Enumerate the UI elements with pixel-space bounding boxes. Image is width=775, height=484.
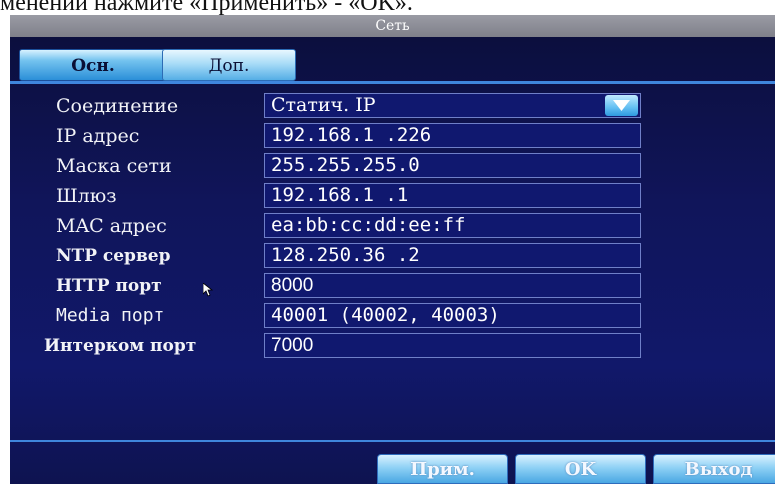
footer-divider [10,440,775,442]
row-mask: Маска сети 255.255.255.0 [10,151,775,181]
window-title: Сеть [10,15,775,37]
connection-value: Статич. IP [271,94,376,116]
ok-button[interactable]: OK [515,454,646,484]
tab-advanced[interactable]: Доп. [162,49,296,81]
row-ntp: NTP сервер 128.250.36 .2 [10,241,775,271]
network-settings-window: Сеть Осн. Доп. Соединение Статич. IP IP … [10,15,775,484]
gateway-field[interactable]: 192.168.1 .1 [264,183,641,208]
tab-basic[interactable]: Осн. [19,49,167,81]
gateway-label: Шлюз [56,185,117,207]
tab-divider [10,81,775,84]
ntp-label: NTP сервер [56,246,171,266]
intercom-label: Интерком порт [44,336,197,356]
connection-select[interactable]: Статич. IP [264,93,641,118]
row-connection: Соединение Статич. IP [10,91,775,121]
mouse-pointer-icon [202,282,214,301]
row-intercom: Интерком порт 7000 [10,331,775,361]
row-mac: MAC адрес ea:bb:cc:dd:ee:ff [10,211,775,241]
intercom-field[interactable]: 7000 [264,333,641,358]
apply-button[interactable]: Прим. [377,454,508,484]
row-gateway: Шлюз 192.168.1 .1 [10,181,775,211]
caption-text: менений нажмите «Применить» - «OK». [0,0,413,15]
row-media: Media порт 40001 (40002, 40003) [10,301,775,331]
mac-label: MAC адрес [56,215,167,237]
tab-strip: Осн. Доп. [10,37,775,89]
ntp-field[interactable]: 128.250.36 .2 [264,243,641,268]
exit-button[interactable]: Выход [653,454,775,484]
mask-label: Маска сети [56,155,172,177]
row-ip: IP адрес 192.168.1 .226 [10,121,775,151]
media-field[interactable]: 40001 (40002, 40003) [264,303,641,328]
mask-field[interactable]: 255.255.255.0 [264,153,641,178]
http-label: HTTP порт [56,276,162,296]
row-http: HTTP порт 8000 [10,271,775,301]
ip-field[interactable]: 192.168.1 .226 [264,123,641,148]
connection-label: Соединение [56,95,179,117]
chevron-down-icon[interactable] [605,95,638,116]
ip-label: IP адрес [56,125,140,147]
media-label: Media порт [56,305,165,326]
http-field[interactable]: 8000 [264,273,641,298]
mac-field[interactable]: ea:bb:cc:dd:ee:ff [264,213,641,238]
